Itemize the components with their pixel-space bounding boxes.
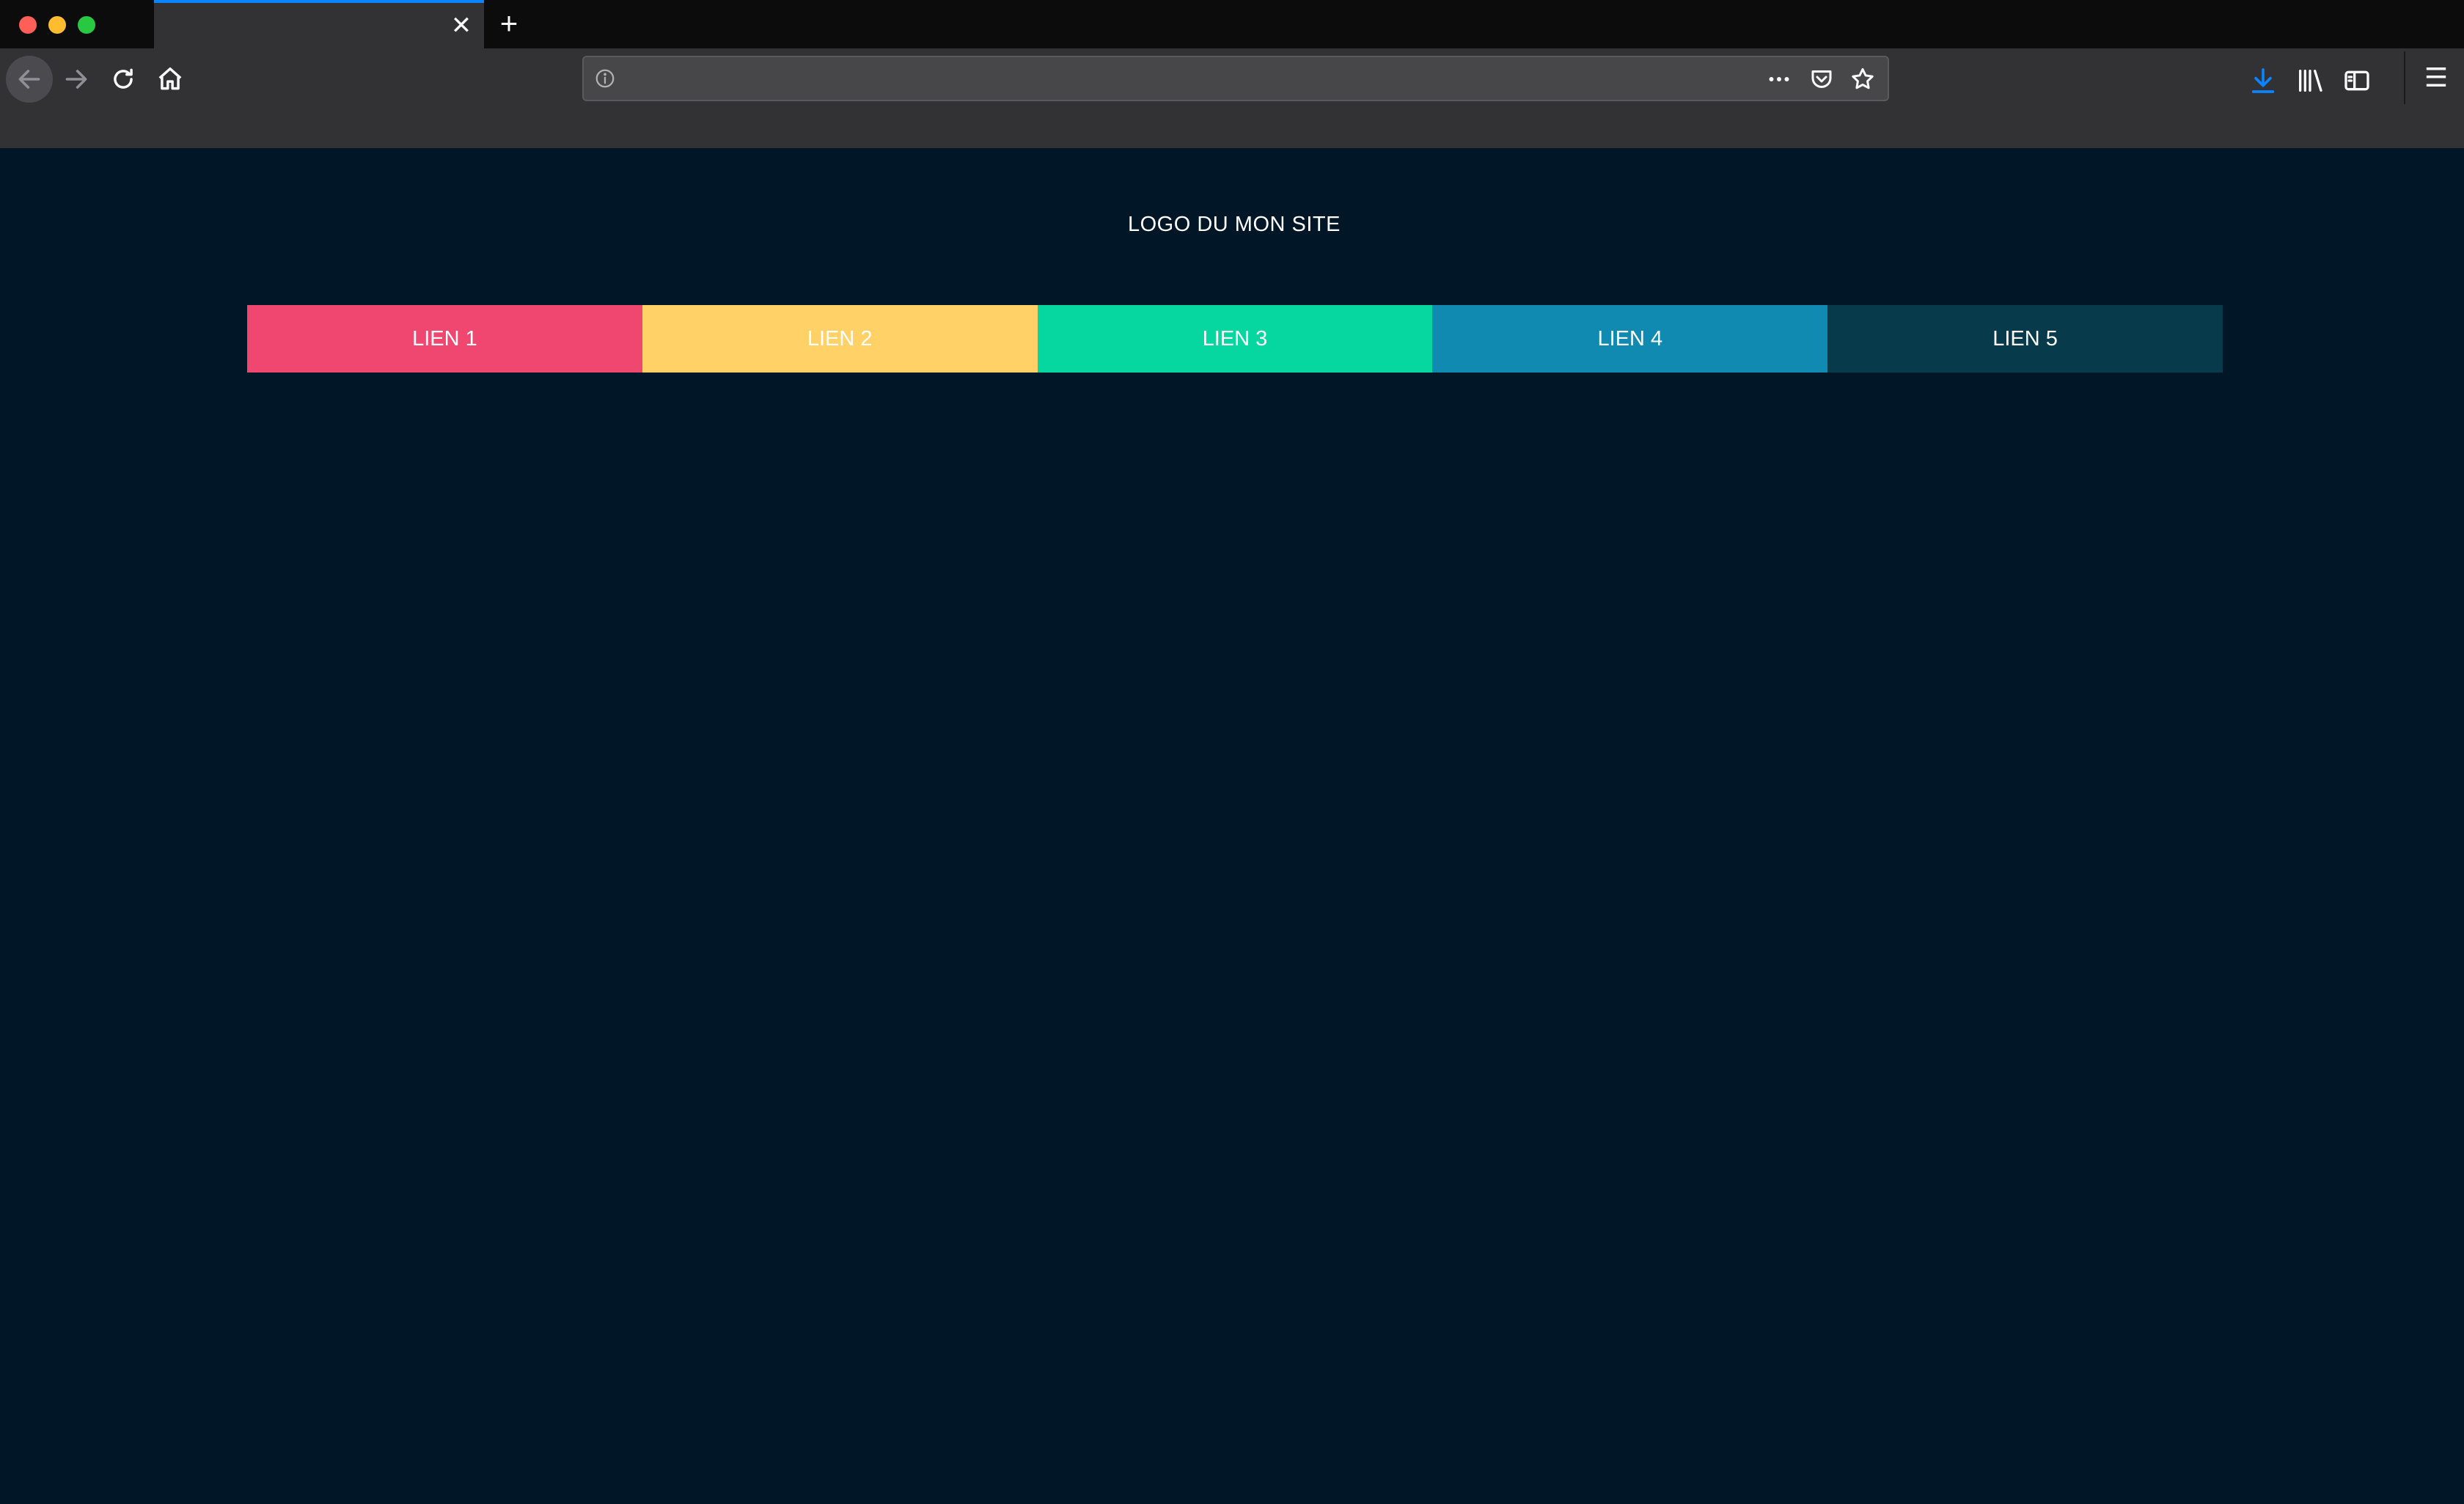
download-icon[interactable] [2248,66,2278,95]
close-window-button[interactable] [19,16,37,34]
url-bar[interactable] [582,56,1889,101]
toolbar-separator [2404,51,2405,104]
tab-strip: ✕ + [0,0,2464,48]
maximize-window-button[interactable] [78,16,95,34]
nav-link-1[interactable]: LIEN 1 [247,305,642,373]
nav-link-2[interactable]: LIEN 2 [642,305,1038,373]
more-horizontal-icon[interactable] [1766,66,1792,92]
info-icon[interactable] [594,67,616,89]
back-button[interactable] [6,56,53,103]
forward-arrow-icon [65,70,87,89]
nav-link-4[interactable]: LIEN 4 [1432,305,1828,373]
back-arrow-icon [18,70,40,89]
sidebar-icon[interactable] [2342,66,2372,95]
minimize-window-button[interactable] [48,16,66,34]
new-tab-button[interactable]: + [494,8,524,39]
reload-icon [114,68,133,89]
site-logo: LOGO DU MON SITE [1128,213,1341,236]
reload-button[interactable] [100,56,147,103]
browser-window: ✕ + ☰ LOGO DU MON SITE LIEN 1LIEN 2 LIEN… [0,0,2464,1504]
pocket-icon[interactable] [1808,66,1835,92]
home-button[interactable] [147,56,194,103]
page-content: LOGO DU MON SITE LIEN 1 LIEN 2 LIEN 3 LIEN … [0,148,2464,1504]
nav-link-5[interactable]: LIEN 5 [1827,305,2223,373]
forward-button[interactable] [53,56,100,103]
tab-active[interactable]: ✕ [154,0,484,48]
url-input[interactable] [628,63,1728,94]
main-navigation: LIEN 1 LIEN 2 LIEN 3 LIEN 4 LIEN 5 [247,305,2223,373]
star-icon[interactable] [1849,66,1876,92]
hamburger-menu-icon[interactable]: ☰ [2421,63,2451,92]
nav-link-3[interactable]: LIEN 3 [1037,305,1433,373]
close-tab-icon[interactable]: ✕ [449,13,474,38]
navigation-toolbar: ☰ [0,48,2464,148]
home-icon [158,67,182,90]
library-icon[interactable] [2295,66,2325,95]
